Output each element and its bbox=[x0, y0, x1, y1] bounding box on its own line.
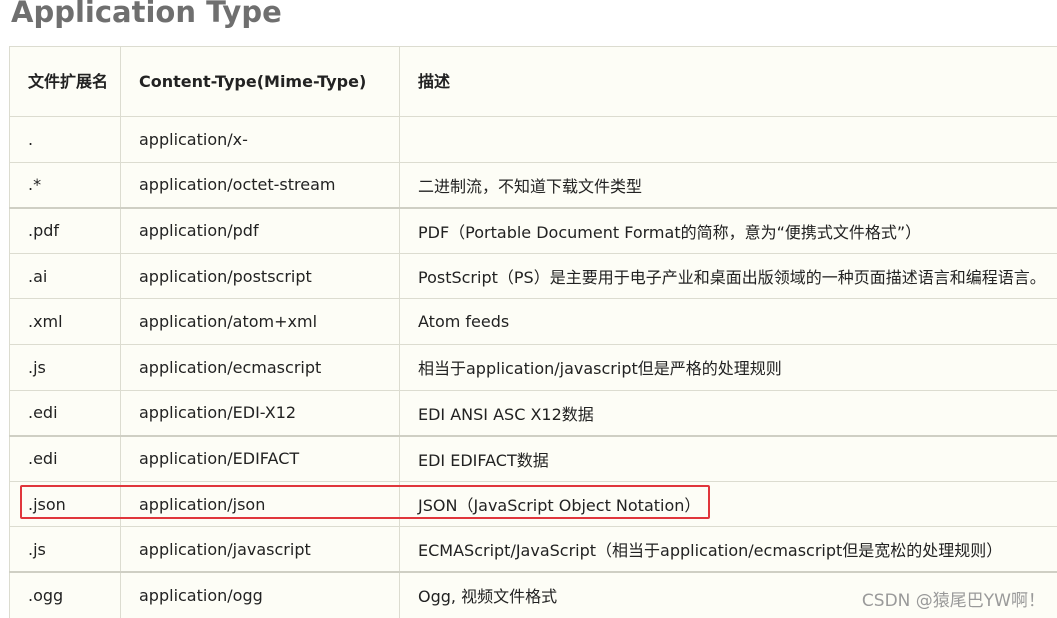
cell-extension: .xml bbox=[9, 298, 121, 345]
header-extension: 文件扩展名 bbox=[9, 46, 121, 117]
cell-mime-type: application/octet-stream bbox=[120, 161, 400, 209]
cell-mime-type: application/pdf bbox=[120, 206, 400, 254]
cell-extension: .ogg bbox=[9, 571, 121, 618]
table-header-row: 文件扩展名 Content-Type(Mime-Type) 描述 bbox=[9, 46, 1057, 117]
cell-description: JSON（JavaScript Object Notation） bbox=[399, 480, 1057, 528]
cell-extension: .js bbox=[9, 343, 121, 391]
cell-extension: .edi bbox=[9, 389, 121, 437]
mime-type-table: 文件扩展名 Content-Type(Mime-Type) 描述 . appli… bbox=[9, 46, 1057, 618]
cell-mime-type: application/ecmascript bbox=[120, 343, 400, 391]
table-row: . application/x- bbox=[9, 116, 1057, 163]
page: Application Type 文件扩展名 Content-Type(Mime… bbox=[0, 0, 1057, 618]
cell-mime-type: application/postscript bbox=[120, 252, 400, 300]
cell-description: PDF（Portable Document Format的简称，意为“便携式文件… bbox=[399, 206, 1057, 254]
table-row: .xml application/atom+xml Atom feeds bbox=[9, 298, 1057, 345]
watermark: CSDN @猿尾巴YW啊！ bbox=[861, 591, 1045, 611]
cell-description: 相当于application/javascript但是严格的处理规则 bbox=[399, 343, 1057, 391]
cell-extension: .js bbox=[9, 526, 121, 573]
table-row: .edi application/EDIFACT EDI EDIFACT数据 bbox=[9, 434, 1057, 482]
table-row: .edi application/EDI-X12 EDI ANSI ASC X1… bbox=[9, 389, 1057, 437]
header-content-type: Content-Type(Mime-Type) bbox=[120, 46, 400, 117]
table-row: .ai application/postscript PostScript（PS… bbox=[9, 252, 1057, 300]
cell-extension: . bbox=[9, 116, 121, 163]
cell-mime-type: application/x- bbox=[120, 116, 400, 163]
cell-mime-type: application/ogg bbox=[120, 571, 400, 618]
cell-mime-type: application/EDI-X12 bbox=[120, 389, 400, 437]
table-row: .pdf application/pdf PDF（Portable Docume… bbox=[9, 206, 1057, 254]
header-description: 描述 bbox=[399, 46, 1057, 117]
cell-mime-type: application/json bbox=[120, 480, 400, 528]
cell-mime-type: application/EDIFACT bbox=[120, 434, 400, 482]
cell-description: ECMAScript/JavaScript（相当于application/ecm… bbox=[399, 526, 1057, 573]
cell-description: PostScript（PS）是主要用于电子产业和桌面出版领域的一种页面描述语言和… bbox=[399, 252, 1057, 300]
table-row: .js application/ecmascript 相当于applicatio… bbox=[9, 343, 1057, 391]
cell-description: Atom feeds bbox=[399, 298, 1057, 345]
page-heading: Application Type bbox=[11, 0, 282, 29]
cell-extension: .ai bbox=[9, 252, 121, 300]
table-row: .js application/javascript ECMAScript/Ja… bbox=[9, 526, 1057, 573]
cell-description: EDI ANSI ASC X12数据 bbox=[399, 389, 1057, 437]
cell-extension: .json bbox=[9, 480, 121, 528]
cell-extension: .pdf bbox=[9, 206, 121, 254]
table-row: .* application/octet-stream 二进制流，不知道下载文件… bbox=[9, 161, 1057, 209]
cell-description bbox=[399, 116, 1057, 163]
cell-description: EDI EDIFACT数据 bbox=[399, 434, 1057, 482]
cell-description: 二进制流，不知道下载文件类型 bbox=[399, 161, 1057, 209]
cell-mime-type: application/javascript bbox=[120, 526, 400, 573]
table-row-highlighted: .json application/json JSON（JavaScript O… bbox=[9, 480, 1057, 528]
cell-extension: .* bbox=[9, 161, 121, 209]
cell-extension: .edi bbox=[9, 434, 121, 482]
cell-mime-type: application/atom+xml bbox=[120, 298, 400, 345]
